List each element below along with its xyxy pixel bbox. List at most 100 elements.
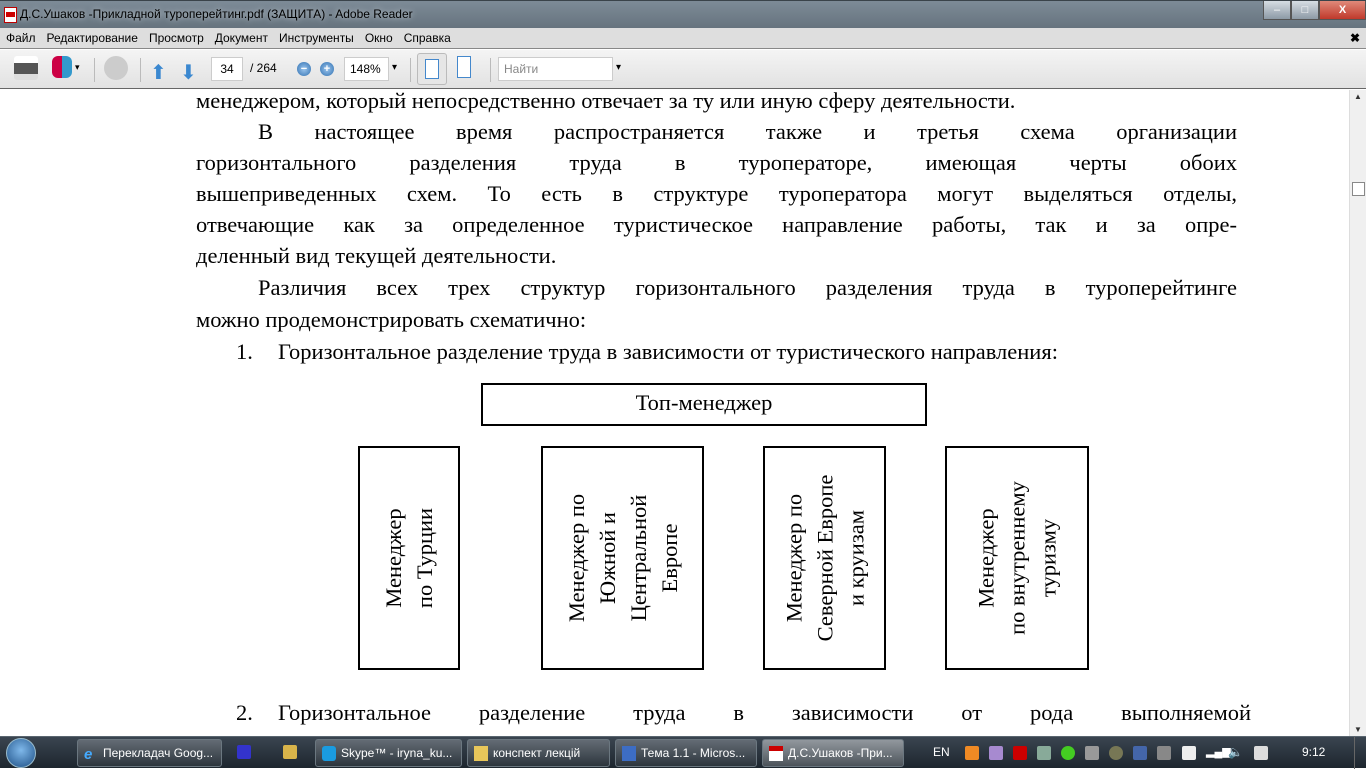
taskbar: e Перекладач Goog... Skype™ - iryna_ku...…	[0, 736, 1366, 769]
menu-document[interactable]: Документ	[215, 31, 268, 45]
zoom-in-button[interactable]: +	[320, 62, 334, 76]
vertical-scrollbar[interactable]: ▲ ▼	[1349, 90, 1366, 736]
tray-usb-icon[interactable]	[1037, 746, 1051, 760]
language-indicator[interactable]: EN	[933, 745, 950, 759]
zoom-in-icon: +	[320, 62, 334, 76]
zoom-out-icon: −	[297, 62, 311, 76]
tray-app-icon[interactable]	[965, 746, 979, 760]
taskbar-item-folder[interactable]: конспект лекцій	[467, 739, 610, 767]
show-desktop-button[interactable]	[1354, 737, 1366, 769]
text-line: Различия всех трех структур горизонтальн…	[258, 275, 1237, 300]
task-label: Д.С.Ушаков -При...	[788, 746, 893, 760]
box-label: Менеджер по Северной Европе и круизам	[781, 474, 868, 642]
title-bar: Д.С.Ушаков -Прикладной туроперейтинг.pdf…	[0, 0, 1366, 28]
zoom-dropdown[interactable]: ▾	[392, 62, 397, 73]
tray-check-icon[interactable]	[1061, 746, 1075, 760]
word-icon	[622, 745, 636, 761]
task-label: Skype™ - iryna_ku...	[341, 746, 453, 760]
box-label: Топ-менеджер	[635, 390, 773, 415]
pdf-icon	[769, 745, 783, 761]
arrow-down-icon: ⬇	[180, 62, 197, 84]
window-title: Д.С.Ушаков -Прикладной туроперейтинг.pdf…	[20, 7, 413, 21]
taskbar-item-adobe-reader[interactable]: Д.С.Ушаков -При...	[762, 739, 904, 767]
box-label: Менеджер по внутреннему туризму	[973, 481, 1061, 635]
volume-icon[interactable]: 🔈	[1228, 745, 1243, 759]
folder-icon	[474, 745, 488, 761]
tray-info-icon[interactable]	[1133, 746, 1147, 760]
skype-icon	[322, 745, 336, 761]
zoom-out-button[interactable]: −	[297, 62, 311, 76]
taskbar-item-word[interactable]: Тема 1.1 - Micros...	[615, 739, 757, 767]
fit-width-button[interactable]	[417, 53, 447, 85]
zoom-level-input[interactable]: 148%	[344, 57, 389, 81]
list-item-text: Горизонтальное разделение труда в зависи…	[278, 700, 1251, 725]
box-label: Менеджер по Турции	[381, 507, 437, 609]
tray-antivirus-icon[interactable]	[1013, 746, 1027, 760]
diagram-manager-box: Менеджер по Турции	[358, 446, 460, 670]
minimize-button[interactable]: –	[1263, 1, 1291, 20]
collaborate-button[interactable]: ▾	[52, 56, 80, 78]
ie-icon: e	[84, 745, 93, 763]
action-center-flag-icon[interactable]	[1182, 746, 1196, 760]
users-icon	[52, 56, 72, 78]
text-line: можно продемонстрировать схематично:	[196, 307, 587, 332]
page-total: / 264	[250, 61, 277, 75]
page-number-input[interactable]: 34	[211, 57, 243, 81]
power-icon[interactable]	[1254, 746, 1268, 760]
print-button[interactable]	[14, 56, 38, 80]
tray-display-icon[interactable]	[1157, 746, 1171, 760]
find-input[interactable]: Найти	[498, 57, 613, 81]
tray-device-icon[interactable]	[1085, 746, 1099, 760]
network-signal-icon[interactable]: ▂▄▆	[1206, 745, 1231, 758]
previous-page-button[interactable]: ⬆	[150, 60, 167, 85]
printer-icon	[14, 56, 38, 80]
taskbar-item-skype[interactable]: Skype™ - iryna_ku...	[315, 739, 462, 767]
text-line: деленный вид текущей деятельности.	[196, 243, 557, 268]
clock[interactable]: 9:12	[1302, 745, 1325, 759]
text-line: менеджером, который непосредственно отве…	[196, 90, 1016, 113]
fit-page-icon	[457, 56, 471, 78]
save-icon[interactable]	[237, 745, 251, 759]
scroll-down-icon[interactable]: ▼	[1354, 725, 1362, 734]
find-dropdown[interactable]: ▾	[616, 62, 621, 73]
menu-window[interactable]: Окно	[365, 31, 393, 45]
next-page-button[interactable]: ⬇	[180, 60, 197, 85]
close-document-icon[interactable]: ✖	[1350, 31, 1360, 45]
menu-file[interactable]: Файл	[6, 31, 36, 45]
adobe-reader-icon	[4, 7, 17, 23]
list-number: 2.	[236, 700, 253, 725]
start-button[interactable]	[6, 738, 36, 768]
pdf-page: менеджером, который непосредственно отве…	[0, 90, 1349, 736]
fit-page-button[interactable]	[457, 56, 471, 78]
task-label: Тема 1.1 - Micros...	[641, 746, 746, 760]
gear-icon	[104, 56, 128, 80]
tray-app2-icon[interactable]	[1109, 746, 1123, 760]
text-line: горизонтального разделения труда в туроп…	[196, 150, 1237, 175]
task-label: Перекладач Goog...	[103, 746, 214, 760]
secure-button[interactable]	[104, 56, 128, 80]
diagram-manager-box: Менеджер по Южной и Центральной Европе	[541, 446, 704, 670]
close-button[interactable]: X	[1319, 1, 1366, 20]
taskbar-item-translator[interactable]: e Перекладач Goog...	[77, 739, 222, 767]
menu-view[interactable]: Просмотр	[149, 31, 204, 45]
menu-edit[interactable]: Редактирование	[47, 31, 138, 45]
box-label: Менеджер по Южной и Центральной Европе	[563, 493, 682, 623]
menu-tools[interactable]: Инструменты	[279, 31, 354, 45]
text-line: вышеприведенных схем. То есть в структур…	[196, 181, 1237, 206]
menu-help[interactable]: Справка	[404, 31, 451, 45]
diagram-manager-box: Менеджер по Северной Европе и круизам	[763, 446, 886, 670]
arrow-up-icon: ⬆	[150, 62, 167, 84]
task-label: конспект лекцій	[493, 746, 581, 760]
text-line: отвечающие как за определенное туристиче…	[196, 212, 1237, 237]
scrollbar-thumb[interactable]	[1352, 182, 1365, 196]
toolbar: ▾ ⬆ ⬇ 34 / 264 − + 148% ▾ Найти ▾	[0, 50, 1366, 89]
diagram-top-manager-box: Топ-менеджер	[481, 383, 927, 426]
folder-up-icon[interactable]	[283, 745, 297, 759]
maximize-button[interactable]: □	[1291, 1, 1319, 20]
tray-onenote-icon[interactable]	[989, 746, 1003, 760]
scroll-up-icon[interactable]: ▲	[1354, 92, 1362, 101]
menu-bar: Файл Редактирование Просмотр Документ Ин…	[0, 28, 1366, 49]
diagram-manager-box: Менеджер по внутреннему туризму	[945, 446, 1089, 670]
text-line: В настоящее время распространяется также…	[258, 119, 1237, 144]
list-item-text: Горизонтальное разделение труда в зависи…	[278, 339, 1058, 364]
